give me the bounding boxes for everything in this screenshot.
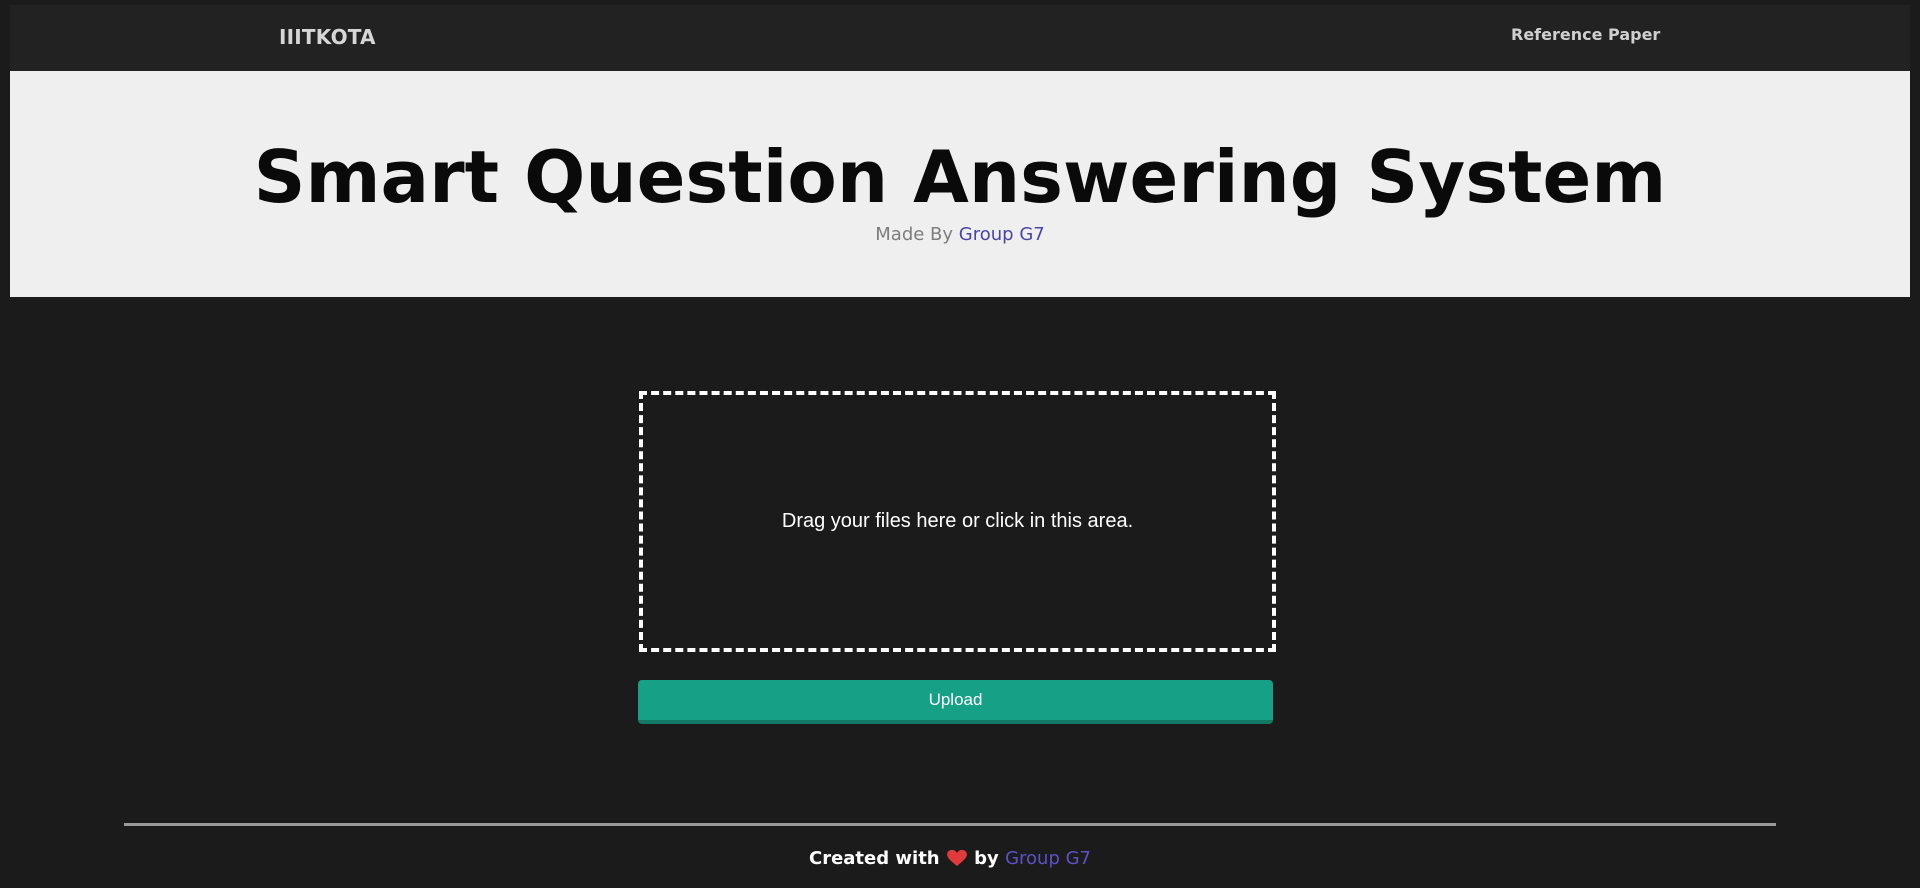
- made-by-label: Made By: [875, 224, 954, 245]
- page-title: Smart Question Answering System: [253, 135, 1667, 219]
- drop-zone-label: Drag your files here or click in this ar…: [781, 510, 1134, 532]
- footer-divider: [124, 823, 1776, 826]
- top-navbar: IIITKOTA Reference Paper: [10, 5, 1910, 71]
- reference-paper-link[interactable]: Reference Paper: [1511, 25, 1660, 44]
- footer-group-link[interactable]: Group G7: [1005, 848, 1091, 869]
- page-footer: Created with by Group G7: [0, 846, 1900, 872]
- hero-group-link[interactable]: Group G7: [959, 224, 1045, 245]
- hero-banner: Smart Question Answering System Made By …: [10, 71, 1910, 297]
- heart-icon: [946, 849, 968, 867]
- footer-created-with: Created with: [808, 848, 940, 869]
- upload-button[interactable]: Upload: [638, 680, 1273, 724]
- hero-subtitle: Made By Group G7: [10, 223, 1910, 247]
- footer-by: by: [974, 848, 999, 869]
- file-drop-zone[interactable]: Drag your files here or click in this ar…: [639, 391, 1276, 652]
- brand-logo-link[interactable]: IIITKOTA: [279, 25, 376, 49]
